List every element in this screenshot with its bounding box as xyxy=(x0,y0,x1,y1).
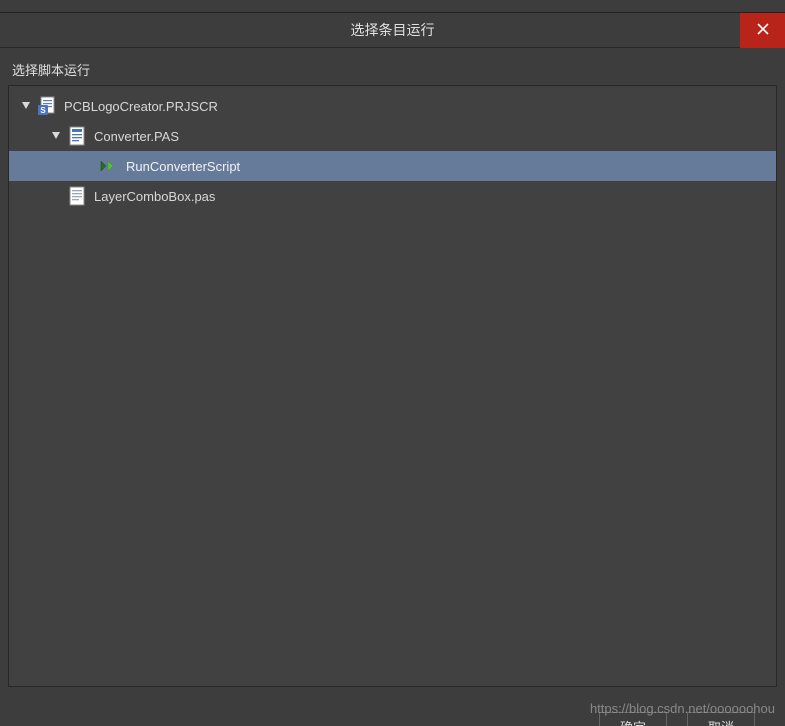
titlebar: 选择条目运行 xyxy=(0,13,785,48)
svg-text:S: S xyxy=(40,106,46,115)
run-script-icon xyxy=(97,154,121,178)
outer-top-strip xyxy=(0,0,785,13)
tree-item-label: LayerComboBox.pas xyxy=(94,189,215,204)
content-area: 选择脚本运行 S PCBLogoCreator.PRJSCR xyxy=(0,48,785,695)
section-label: 选择脚本运行 xyxy=(12,60,777,79)
tree-item-label: PCBLogoCreator.PRJSCR xyxy=(64,99,218,114)
tree-item-label: Converter.PAS xyxy=(94,129,179,144)
tree-item-label: RunConverterScript xyxy=(126,159,240,174)
cancel-label: 取消 xyxy=(708,720,734,726)
tree-item-project[interactable]: S PCBLogoCreator.PRJSCR xyxy=(9,91,776,121)
project-file-icon: S xyxy=(35,94,59,118)
button-bar: 确定 取消 xyxy=(0,708,785,726)
ok-label: 确定 xyxy=(620,720,646,726)
tree-item-script[interactable]: RunConverterScript xyxy=(9,151,776,181)
tree-item-layer[interactable]: LayerComboBox.pas xyxy=(9,181,776,211)
pas-file-icon xyxy=(65,184,89,208)
expander-icon[interactable] xyxy=(19,99,33,113)
expander-icon[interactable] xyxy=(49,129,63,143)
close-button[interactable] xyxy=(740,13,785,48)
cancel-button[interactable]: 取消 xyxy=(687,712,755,726)
ok-button[interactable]: 确定 xyxy=(599,712,667,726)
tree-item-converter[interactable]: Converter.PAS xyxy=(9,121,776,151)
close-icon xyxy=(757,22,769,40)
pas-file-icon xyxy=(65,124,89,148)
window-title: 选择条目运行 xyxy=(351,20,435,40)
tree-panel: S PCBLogoCreator.PRJSCR Convert xyxy=(8,85,777,687)
